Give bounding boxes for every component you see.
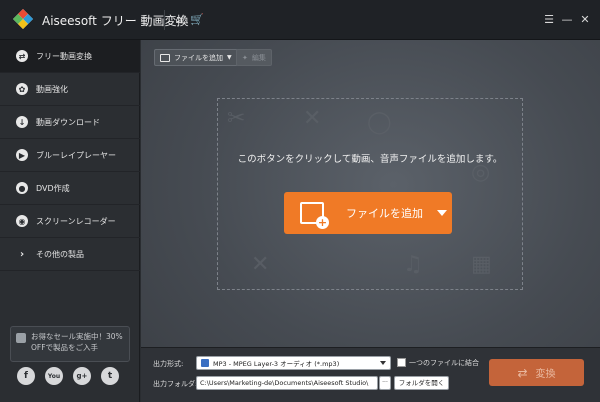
- chevron-down-icon: [380, 361, 386, 365]
- cart-icon[interactable]: 🛒: [190, 12, 204, 26]
- sidebar-item-video-enhance[interactable]: ✿ 動画強化: [0, 73, 140, 106]
- sidebar-item-dvd-creator[interactable]: ● DVD作成: [0, 172, 140, 205]
- play-icon: ▶: [16, 149, 28, 161]
- output-format-label: 出力形式:: [153, 360, 184, 368]
- output-folder-label: 出力フォルダ:: [153, 380, 198, 388]
- chevron-down-icon: ▼: [227, 54, 232, 61]
- close-icon[interactable]: ✕: [578, 12, 592, 26]
- title-bar: Aiseesoft フリー 動画変換 ⌂ 🛒 ☰ — ✕: [0, 0, 600, 40]
- add-file-label: ファイルを追加: [174, 53, 223, 62]
- app-title: Aiseesoft フリー 動画変換: [42, 14, 189, 28]
- convert-button[interactable]: ⇄ 変換: [489, 359, 584, 386]
- camera-icon: ◉: [16, 215, 28, 227]
- film-add-icon: +: [300, 202, 329, 229]
- sidebar-item-label: その他の製品: [36, 249, 84, 259]
- open-folder-button[interactable]: フォルダを開く: [394, 376, 449, 390]
- enhance-icon: ✿: [16, 83, 28, 95]
- convert-icon: ⇄: [517, 365, 528, 380]
- add-file-icon: [160, 53, 170, 62]
- home-icon[interactable]: ⌂: [172, 12, 186, 26]
- edit-button[interactable]: ✦ 編集: [236, 49, 272, 66]
- youtube-icon[interactable]: You: [45, 367, 63, 385]
- title-separator: [164, 10, 165, 30]
- chevron-down-icon: [437, 210, 447, 216]
- sidebar-item-bluray-player[interactable]: ▶ ブルーレイプレーヤー: [0, 139, 140, 172]
- minimize-icon[interactable]: —: [560, 12, 574, 26]
- sidebar-item-other-products[interactable]: › その他の製品: [0, 238, 140, 271]
- audio-format-icon: [201, 359, 209, 367]
- twitter-icon[interactable]: t: [101, 367, 119, 385]
- output-folder-value: C:\Users\Marketing-de\Documents\Aiseesof…: [200, 379, 369, 387]
- drop-zone[interactable]: このボタンをクリックして動画、音声ファイルを追加します。 + ファイルを追加: [217, 98, 523, 290]
- menu-icon[interactable]: ☰: [542, 12, 556, 26]
- download-icon: ↓: [16, 116, 28, 128]
- merge-checkbox[interactable]: [397, 358, 406, 367]
- convert-icon: ⇄: [16, 50, 28, 62]
- edit-label: 編集: [251, 53, 266, 62]
- sidebar-item-label: フリー動画変換: [36, 51, 92, 61]
- main-panel: ファイルを追加 ▼ ✦ 編集 ✂ ✕ ◯ ◎ ✕ ♫ ▦ このボタンをクリックし…: [141, 40, 600, 402]
- promo-text: お得なセール実施中！30% OFFで製品をご入手: [31, 332, 123, 352]
- add-file-big-button[interactable]: + ファイルを追加: [284, 192, 452, 234]
- merge-label: 一つのファイルに結合: [409, 359, 479, 367]
- sidebar-item-screen-recorder[interactable]: ◉ スクリーンレコーダー: [0, 205, 140, 238]
- add-file-button[interactable]: ファイルを追加 ▼: [154, 49, 238, 66]
- google-plus-icon[interactable]: g+: [73, 367, 91, 385]
- drop-hint: このボタンをクリックして動画、音声ファイルを追加します。: [237, 154, 503, 165]
- promo-banner[interactable]: お得なセール実施中！30% OFFで製品をご入手: [10, 326, 130, 362]
- disc-icon: ●: [16, 182, 28, 194]
- sidebar-item-label: 動画ダウンロード: [36, 117, 100, 127]
- sidebar-item-video-download[interactable]: ↓ 動画ダウンロード: [0, 106, 140, 139]
- edit-icon: ✦: [242, 53, 248, 62]
- sidebar: ⇄ フリー動画変換 ✿ 動画強化 ↓ 動画ダウンロード ▶ ブルーレイプレーヤー…: [0, 40, 140, 402]
- app-logo-icon: [13, 9, 33, 29]
- sidebar-item-label: ブルーレイプレーヤー: [36, 150, 116, 160]
- chat-icon: [16, 333, 26, 343]
- output-format-select[interactable]: MP3 - MPEG Layer-3 オーディオ (*.mp3): [196, 356, 391, 370]
- facebook-icon[interactable]: f: [17, 367, 35, 385]
- convert-label: 変換: [535, 369, 556, 380]
- chevron-right-icon: ›: [19, 248, 25, 260]
- add-file-big-label: ファイルを追加: [346, 207, 423, 220]
- output-folder-field[interactable]: C:\Users\Marketing-de\Documents\Aiseesof…: [196, 376, 378, 390]
- browse-folder-button[interactable]: ···: [379, 376, 391, 390]
- sidebar-item-label: 動画強化: [36, 84, 68, 94]
- sidebar-item-label: スクリーンレコーダー: [36, 216, 116, 226]
- output-bar: 出力形式: MP3 - MPEG Layer-3 オーディオ (*.mp3) 一…: [141, 347, 600, 402]
- sidebar-item-label: DVD作成: [36, 183, 70, 193]
- output-format-value: MP3 - MPEG Layer-3 オーディオ (*.mp3): [213, 360, 340, 368]
- sidebar-item-free-video-converter[interactable]: ⇄ フリー動画変換: [0, 40, 140, 73]
